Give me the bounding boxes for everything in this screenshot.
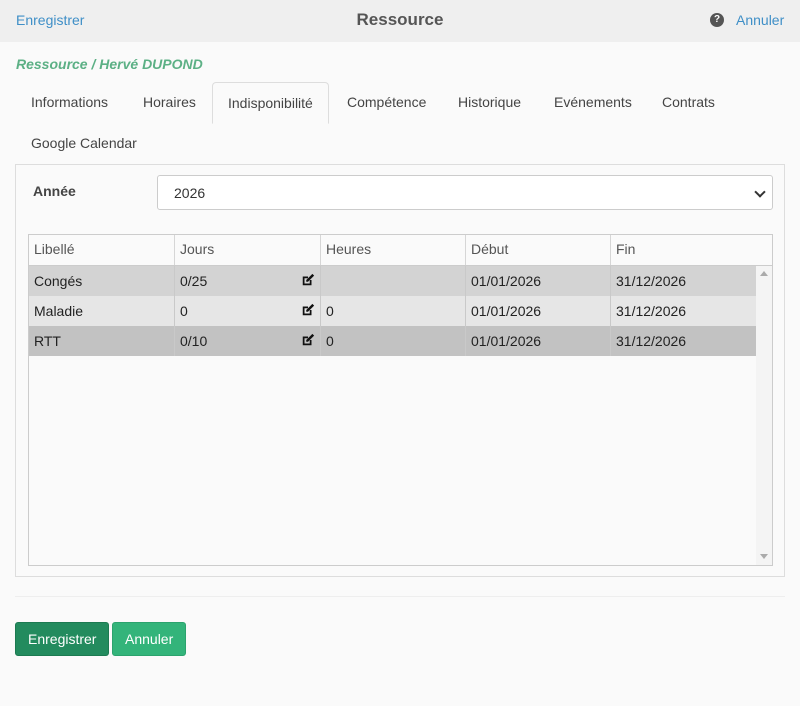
tab-evenements[interactable]: Evénements (539, 82, 647, 124)
tab-informations[interactable]: Informations (16, 82, 123, 124)
cell-fin: 31/12/2026 (616, 273, 687, 289)
scroll-down-icon[interactable] (760, 554, 768, 559)
year-label: Année (33, 183, 76, 199)
divider (15, 596, 785, 597)
cell-debut: 01/01/2026 (466, 296, 611, 326)
column-header-fin[interactable]: Fin (611, 235, 772, 265)
cell-libelle: RTT (29, 326, 175, 356)
table-header: Libellé Jours Heures Début Fin (29, 235, 772, 266)
cell-libelle: Congés (29, 266, 175, 296)
breadcrumb: Ressource / Hervé DUPOND (16, 56, 203, 72)
page-title: Ressource (356, 10, 444, 29)
cell-fin: 31/12/2026 (616, 333, 687, 349)
unavailability-panel: Année 2026 Libellé Jours Heures Début Fi… (15, 164, 785, 577)
table-row[interactable]: Congés 0/25 01/01/2026 31/12/2026 (29, 266, 756, 296)
table-row[interactable]: RTT 0/10 0 01/01/2026 31/12/2026 (29, 326, 756, 356)
cell-jours: 0/10 (175, 326, 321, 356)
cell-debut: 01/01/2026 (466, 266, 611, 296)
cell-jours: 0/25 (175, 266, 321, 296)
tab-google-calendar[interactable]: Google Calendar (16, 123, 152, 165)
cell-heures: 0 (321, 296, 466, 326)
tab-horaires[interactable]: Horaires (128, 82, 211, 124)
table-row[interactable]: Maladie 0 0 01/01/2026 31/12/2026 (29, 296, 756, 326)
edit-icon[interactable] (301, 333, 315, 347)
tab-competence[interactable]: Compétence (332, 82, 441, 124)
chevron-down-icon (754, 186, 766, 198)
save-button[interactable]: Enregistrer (15, 622, 110, 656)
column-header-libelle[interactable]: Libellé (29, 235, 175, 265)
column-header-heures[interactable]: Heures (321, 235, 466, 265)
cell-debut: 01/01/2026 (466, 326, 611, 356)
cell-jours: 0 (175, 296, 321, 326)
edit-icon[interactable] (301, 273, 315, 287)
cell-heures (321, 266, 466, 296)
tab-indisponibilite[interactable]: Indisponibilité (212, 82, 329, 124)
year-select-value: 2026 (174, 185, 206, 201)
cancel-button[interactable]: Annuler (112, 622, 187, 656)
main-content: Ressource / Hervé DUPOND Informations Ho… (0, 42, 800, 706)
tab-historique[interactable]: Historique (443, 82, 536, 124)
tab-contrats[interactable]: Contrats (647, 82, 730, 124)
column-header-jours[interactable]: Jours (175, 235, 321, 265)
cell-fin: 31/12/2026 (616, 303, 687, 319)
cell-libelle: Maladie (29, 296, 175, 326)
cell-heures: 0 (321, 326, 466, 356)
help-icon[interactable]: ? (710, 13, 724, 27)
scroll-up-icon[interactable] (760, 271, 768, 276)
year-select[interactable]: 2026 (157, 175, 773, 210)
column-header-debut[interactable]: Début (466, 235, 611, 265)
table-scrollbar[interactable] (756, 266, 772, 565)
unavailability-table: Libellé Jours Heures Début Fin Congés 0/… (28, 234, 773, 566)
header-cancel-link[interactable]: Annuler (736, 12, 784, 28)
top-bar: Enregistrer Ressource ? Annuler (0, 0, 800, 42)
edit-icon[interactable] (301, 303, 315, 317)
